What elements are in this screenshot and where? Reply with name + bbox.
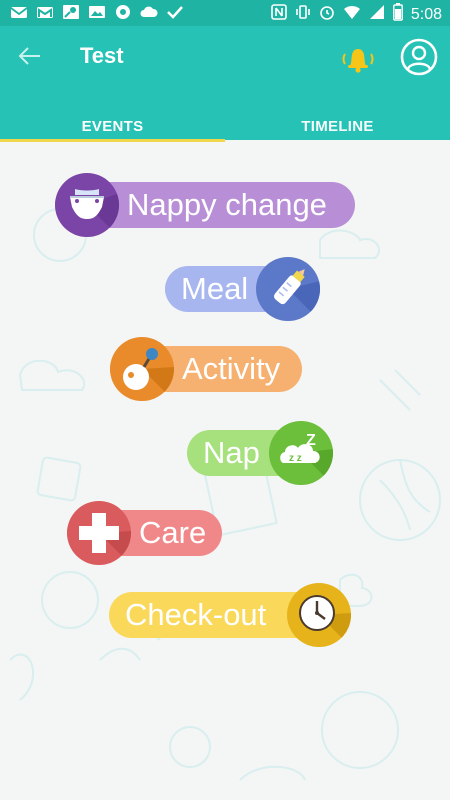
tab-events[interactable]: EVENTS	[0, 112, 225, 142]
alarm-icon	[319, 4, 335, 25]
tab-bar: EVENTS TIMELINE	[0, 112, 450, 142]
event-meal-button[interactable]: Meal	[165, 257, 320, 321]
events-panel: Nappy change Meal Activity Nap z z Z Car…	[0, 140, 450, 800]
app-bar: Test EVENTS TIMELINE	[0, 26, 450, 142]
bell-icon	[342, 49, 374, 73]
signal-icon	[369, 4, 385, 25]
vibrate-icon	[295, 4, 311, 25]
photo-icon	[88, 4, 106, 20]
event-label: Care	[139, 515, 207, 550]
event-activity-button[interactable]: Activity	[110, 337, 302, 401]
toy-icon	[110, 337, 174, 401]
mail-icon	[10, 4, 28, 20]
circle-icon	[114, 4, 132, 20]
back-button[interactable]	[16, 42, 44, 70]
wifi-icon	[343, 4, 361, 25]
event-label: Nappy change	[127, 187, 327, 222]
gmail-icon	[36, 4, 54, 20]
cloud-icon	[140, 4, 158, 20]
check-icon	[166, 4, 184, 20]
clock-icon	[287, 583, 351, 647]
nappy-icon	[55, 173, 119, 237]
svg-text:Z: Z	[306, 432, 316, 449]
notifications-button[interactable]	[338, 40, 378, 76]
event-nappy-change-button[interactable]: Nappy change	[55, 173, 355, 237]
clock-time: 5:08	[410, 5, 442, 23]
event-nap-button[interactable]: Nap z z Z	[187, 421, 333, 485]
nfc-icon	[271, 4, 287, 25]
battery-icon	[392, 3, 403, 26]
page-title: Test	[80, 43, 124, 68]
cross-icon	[67, 501, 131, 565]
status-bar: 5:08	[0, 0, 450, 26]
bottle-icon	[256, 257, 320, 321]
system-icons: 5:08	[271, 3, 442, 26]
profile-button[interactable]	[400, 38, 438, 76]
maps-icon	[62, 4, 80, 20]
event-label: Activity	[182, 351, 281, 386]
sleep-cloud-icon: z z Z	[269, 421, 333, 485]
svg-text:z z: z z	[289, 453, 302, 464]
notification-icons	[10, 4, 184, 20]
event-label: Meal	[181, 271, 249, 306]
event-label: Check-out	[125, 597, 267, 632]
tab-timeline[interactable]: TIMELINE	[225, 112, 450, 140]
user-circle-icon	[400, 38, 438, 76]
arrow-left-icon	[18, 47, 40, 65]
event-label: Nap	[203, 435, 260, 470]
event-care-button[interactable]: Care	[67, 501, 222, 565]
event-check-out-button[interactable]: Check-out	[109, 583, 351, 647]
